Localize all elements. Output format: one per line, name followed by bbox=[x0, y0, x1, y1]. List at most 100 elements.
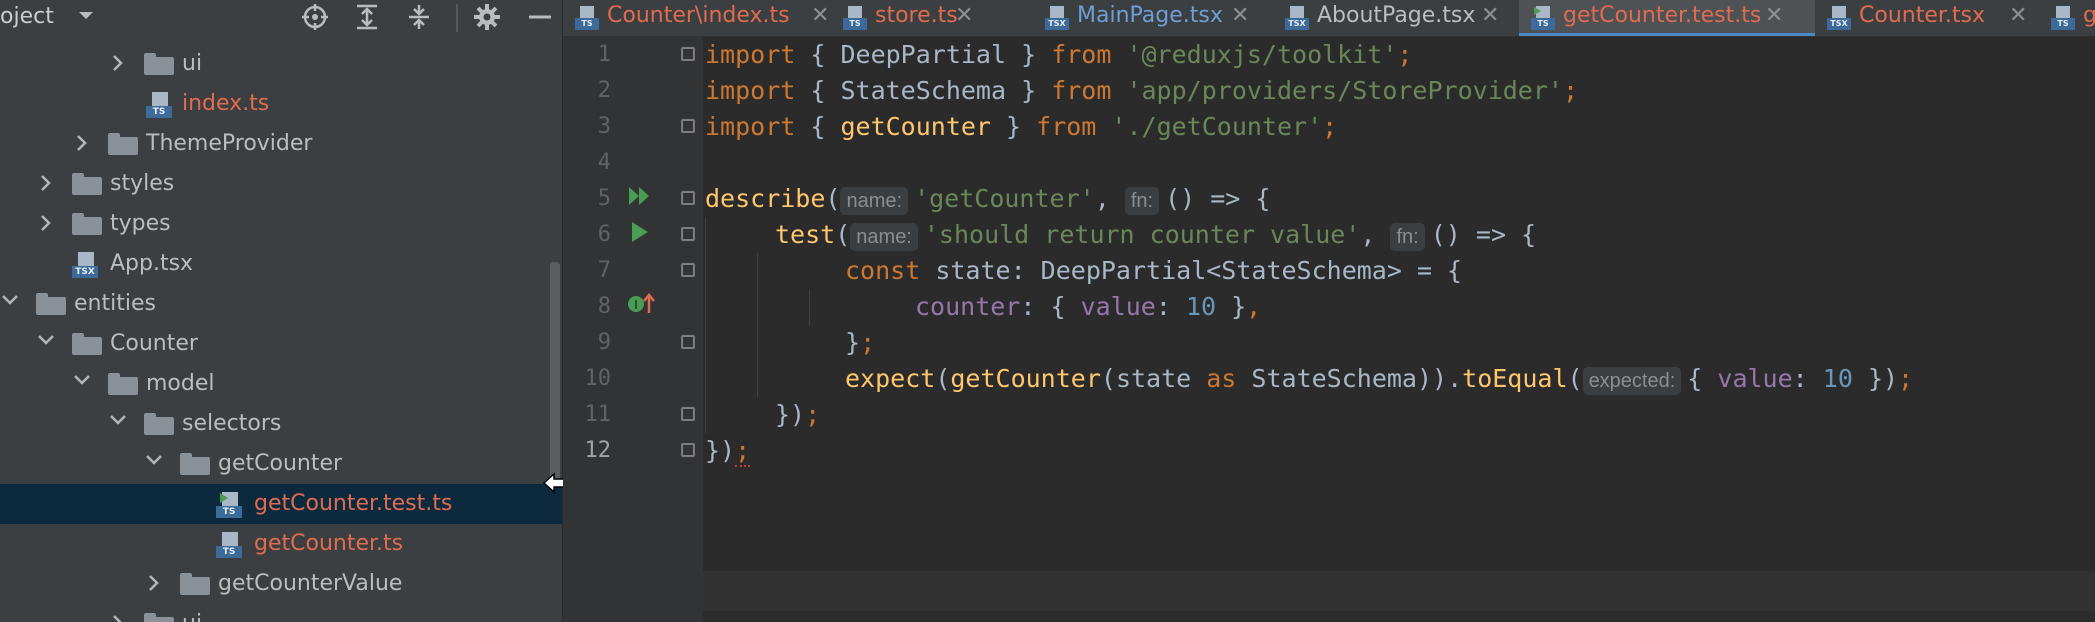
tree-item-model[interactable]: model bbox=[0, 364, 562, 404]
implemented-interface-icon[interactable]: I bbox=[627, 291, 657, 321]
tab-truncated[interactable]: TS g bbox=[2039, 0, 2095, 36]
tree-item-label: getCounter bbox=[218, 451, 343, 476]
tree-item-entities[interactable]: entities bbox=[0, 284, 562, 324]
tree-item-label: types bbox=[110, 211, 171, 236]
tree-item-getcounter-test-ts[interactable]: TS getCounter.test.ts bbox=[0, 484, 562, 524]
chevron-down-icon[interactable] bbox=[144, 452, 164, 476]
tab-label: Counter\index.ts bbox=[607, 3, 790, 28]
chevron-down-icon[interactable] bbox=[108, 412, 128, 436]
chevron-down-icon[interactable] bbox=[0, 292, 20, 316]
chevron-down-icon[interactable] bbox=[76, 0, 96, 37]
code-line-1[interactable]: import { DeepPartial } from '@reduxjs/to… bbox=[705, 37, 1412, 73]
chevron-right-icon[interactable] bbox=[144, 572, 164, 596]
fold-marker-icon[interactable] bbox=[681, 227, 695, 241]
typescript-file-icon: TS bbox=[216, 532, 242, 558]
parameter-hint: fn: bbox=[1390, 223, 1425, 251]
tree-item-types[interactable]: types bbox=[0, 204, 562, 244]
tree-item-styles[interactable]: styles bbox=[0, 164, 562, 204]
tree-item-themeprovider[interactable]: ThemeProvider bbox=[0, 124, 562, 164]
tree-item-getcountervalue[interactable]: getCounterValue bbox=[0, 564, 562, 604]
close-icon[interactable]: ✕ bbox=[955, 0, 973, 32]
code-line-6[interactable]: test(name:'should return counter value',… bbox=[775, 217, 1536, 253]
fold-marker-icon[interactable] bbox=[681, 407, 695, 421]
tree-item-index-ts[interactable]: TS index.ts bbox=[0, 84, 562, 124]
expand-all-icon[interactable] bbox=[352, 2, 382, 39]
code-line-12[interactable]: }); bbox=[705, 433, 751, 469]
line-number: 10 bbox=[584, 366, 612, 391]
code-line-8[interactable]: counter: { value: 10 }, bbox=[915, 289, 1261, 325]
folder-icon bbox=[180, 453, 210, 475]
tab-label: store.ts bbox=[875, 3, 958, 28]
parameter-hint: fn: bbox=[1124, 187, 1160, 215]
code-line-10[interactable]: expect(getCounter(state as StateSchema))… bbox=[845, 361, 1913, 397]
tsx-file-icon: TSX bbox=[1827, 6, 1851, 30]
tree-item-selectors[interactable]: selectors bbox=[0, 404, 562, 444]
line-number-current: 12 bbox=[584, 438, 612, 463]
test-file-icon: TS bbox=[216, 492, 242, 518]
typescript-file-icon: TS bbox=[843, 6, 867, 30]
tab-label: Counter.tsx bbox=[1859, 3, 1985, 28]
close-icon[interactable]: ✕ bbox=[2009, 0, 2027, 32]
tab-store-ts[interactable]: TS store.ts ✕ bbox=[831, 0, 979, 36]
code-line-9[interactable]: }; bbox=[845, 325, 875, 361]
project-panel-title[interactable]: oject bbox=[0, 2, 54, 32]
tree-item-app-tsx[interactable]: TSX App.tsx bbox=[0, 244, 562, 284]
line-number: 9 bbox=[597, 330, 611, 355]
code-editor[interactable]: 1 2 3 4 5 6 7 8 9 10 11 12 I import { De… bbox=[563, 37, 2095, 622]
chevron-right-icon[interactable] bbox=[108, 612, 128, 622]
tree-item-getcounter-folder[interactable]: getCounter bbox=[0, 444, 562, 484]
chevron-right-icon[interactable] bbox=[72, 132, 92, 156]
close-icon[interactable]: ✕ bbox=[1765, 0, 1783, 32]
tree-item-getcounter-ts[interactable]: TS getCounter.ts bbox=[0, 524, 562, 564]
line-number: 6 bbox=[597, 222, 611, 247]
minimize-icon[interactable] bbox=[526, 2, 554, 39]
chevron-down-icon[interactable] bbox=[36, 332, 56, 356]
indent-guide bbox=[757, 253, 758, 397]
tab-counter-index-ts[interactable]: TS Counter\index.ts ✕ bbox=[563, 0, 829, 36]
tree-item-ui-bottom[interactable]: ui bbox=[0, 604, 562, 622]
run-test-icon[interactable] bbox=[627, 219, 653, 249]
chevron-right-icon[interactable] bbox=[36, 212, 56, 236]
tree-item-label: getCounter.ts bbox=[254, 531, 404, 556]
run-all-tests-icon[interactable] bbox=[627, 183, 653, 213]
indent-guide bbox=[809, 289, 810, 325]
tab-mainpage-tsx[interactable]: TSX MainPage.tsx ✕ bbox=[1033, 0, 1249, 36]
folder-icon bbox=[144, 613, 174, 622]
gear-icon[interactable] bbox=[472, 2, 502, 39]
close-icon[interactable]: ✕ bbox=[811, 0, 829, 32]
locate-icon[interactable] bbox=[300, 2, 330, 39]
chevron-down-icon[interactable] bbox=[72, 372, 92, 396]
fold-marker-icon[interactable] bbox=[681, 335, 695, 349]
tree-item-label: ui bbox=[182, 604, 202, 622]
tab-getcounter-test-ts[interactable]: TS getCounter.test.ts ✕ bbox=[1519, 0, 1815, 36]
collapse-all-icon[interactable] bbox=[404, 2, 434, 39]
tab-aboutpage-tsx[interactable]: TSX AboutPage.tsx ✕ bbox=[1273, 0, 1513, 36]
fold-marker-icon[interactable] bbox=[681, 443, 695, 457]
fold-marker-icon[interactable] bbox=[681, 263, 695, 277]
tree-item-ui[interactable]: ui bbox=[0, 44, 562, 84]
code-line-5[interactable]: describe(name:'getCounter', fn:() => { bbox=[705, 181, 1270, 217]
svg-text:I: I bbox=[634, 298, 638, 312]
code-line-11[interactable]: }); bbox=[775, 397, 820, 433]
tree-item-label: entities bbox=[74, 291, 156, 316]
folder-icon bbox=[72, 173, 102, 195]
tree-item-label: App.tsx bbox=[110, 251, 194, 276]
close-icon[interactable]: ✕ bbox=[1231, 0, 1249, 32]
fold-marker-icon[interactable] bbox=[681, 119, 695, 133]
typescript-file-icon: TS bbox=[2051, 6, 2075, 30]
fold-marker-icon[interactable] bbox=[681, 191, 695, 205]
code-line-7[interactable]: const state: DeepPartial<StateSchema> = … bbox=[845, 253, 1462, 289]
tree-item-label: ui bbox=[182, 51, 203, 76]
code-line-3[interactable]: import { getCounter } from './getCounter… bbox=[705, 109, 1337, 145]
project-tree-scrollbar[interactable] bbox=[550, 262, 560, 482]
tree-item-label: index.ts bbox=[182, 91, 270, 116]
fold-marker-icon[interactable] bbox=[681, 47, 695, 61]
close-icon[interactable]: ✕ bbox=[1481, 0, 1499, 32]
tab-counter-tsx[interactable]: TSX Counter.tsx ✕ bbox=[1815, 0, 2027, 36]
chevron-right-icon[interactable] bbox=[36, 172, 56, 196]
code-line-2[interactable]: import { StateSchema } from 'app/provide… bbox=[705, 73, 1578, 109]
line-number: 11 bbox=[584, 402, 612, 427]
chevron-right-icon[interactable] bbox=[108, 52, 128, 76]
tree-item-counter[interactable]: Counter bbox=[0, 324, 562, 364]
tree-item-label: getCounterValue bbox=[218, 571, 403, 596]
